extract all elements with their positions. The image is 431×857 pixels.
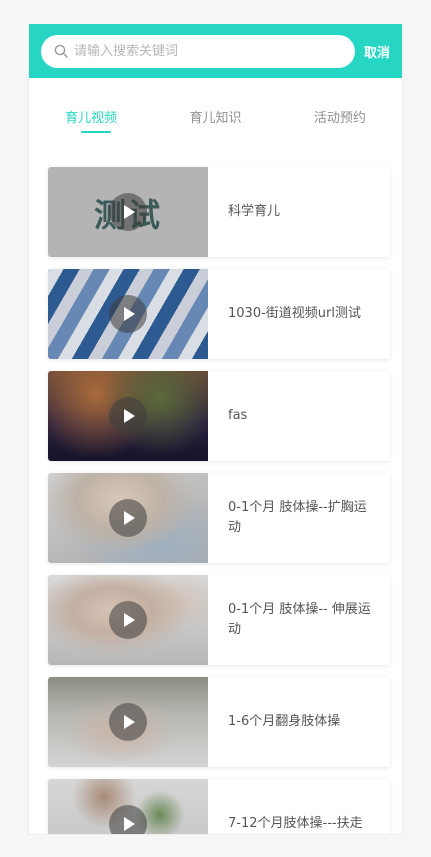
video-thumbnail bbox=[48, 779, 208, 834]
video-list-item[interactable]: 0-1个月 肢体操--扩胸运动 bbox=[48, 473, 390, 563]
video-title: 0-1个月 肢体操--扩胸运动 bbox=[228, 500, 367, 535]
play-icon[interactable] bbox=[109, 397, 147, 435]
play-icon[interactable] bbox=[109, 703, 147, 741]
video-thumbnail bbox=[48, 269, 208, 359]
tab-activity-booking[interactable]: 活动预约 bbox=[278, 107, 402, 144]
video-title: 1-6个月翻身肢体操 bbox=[228, 714, 341, 729]
video-thumbnail: 测试 bbox=[48, 167, 208, 257]
video-list-item[interactable]: 0-1个月 肢体操-- 伸展运动 bbox=[48, 575, 390, 665]
play-icon[interactable] bbox=[109, 193, 147, 231]
active-tab-indicator bbox=[81, 131, 111, 133]
video-list: 测试 科学育儿 1030-街道视频url测试 fas 0-1个 bbox=[29, 144, 402, 834]
video-thumbnail bbox=[48, 371, 208, 461]
tab-bar: 育儿视频 育儿知识 活动预约 bbox=[29, 78, 402, 144]
video-list-item[interactable]: 1030-街道视频url测试 bbox=[48, 269, 390, 359]
app-frame: 取消 育儿视频 育儿知识 活动预约 测试 科学育儿 1030-街道视频url测试 bbox=[28, 24, 403, 835]
video-title: fas bbox=[228, 408, 248, 423]
video-list-item[interactable]: 1-6个月翻身肢体操 bbox=[48, 677, 390, 767]
video-list-item[interactable]: 测试 科学育儿 bbox=[48, 167, 390, 257]
video-thumbnail bbox=[48, 575, 208, 665]
video-title: 7-12个月肢体操---扶走 bbox=[228, 816, 363, 831]
play-icon[interactable] bbox=[109, 601, 147, 639]
cancel-button[interactable]: 取消 bbox=[364, 42, 390, 61]
tab-parenting-videos[interactable]: 育儿视频 bbox=[29, 107, 153, 144]
video-title: 0-1个月 肢体操-- 伸展运动 bbox=[228, 602, 371, 637]
tab-parenting-knowledge[interactable]: 育儿知识 bbox=[153, 107, 277, 144]
video-thumbnail bbox=[48, 473, 208, 563]
play-icon[interactable] bbox=[109, 499, 147, 537]
video-thumbnail bbox=[48, 677, 208, 767]
video-title: 1030-街道视频url测试 bbox=[228, 306, 361, 321]
play-icon[interactable] bbox=[109, 805, 147, 834]
search-header: 取消 bbox=[29, 24, 402, 78]
play-icon[interactable] bbox=[109, 295, 147, 333]
search-input[interactable] bbox=[74, 43, 314, 59]
video-list-item[interactable]: fas bbox=[48, 371, 390, 461]
video-list-item[interactable]: 7-12个月肢体操---扶走 bbox=[48, 779, 390, 834]
search-icon bbox=[54, 44, 68, 58]
video-title: 科学育儿 bbox=[228, 204, 281, 219]
search-box[interactable] bbox=[41, 34, 355, 68]
